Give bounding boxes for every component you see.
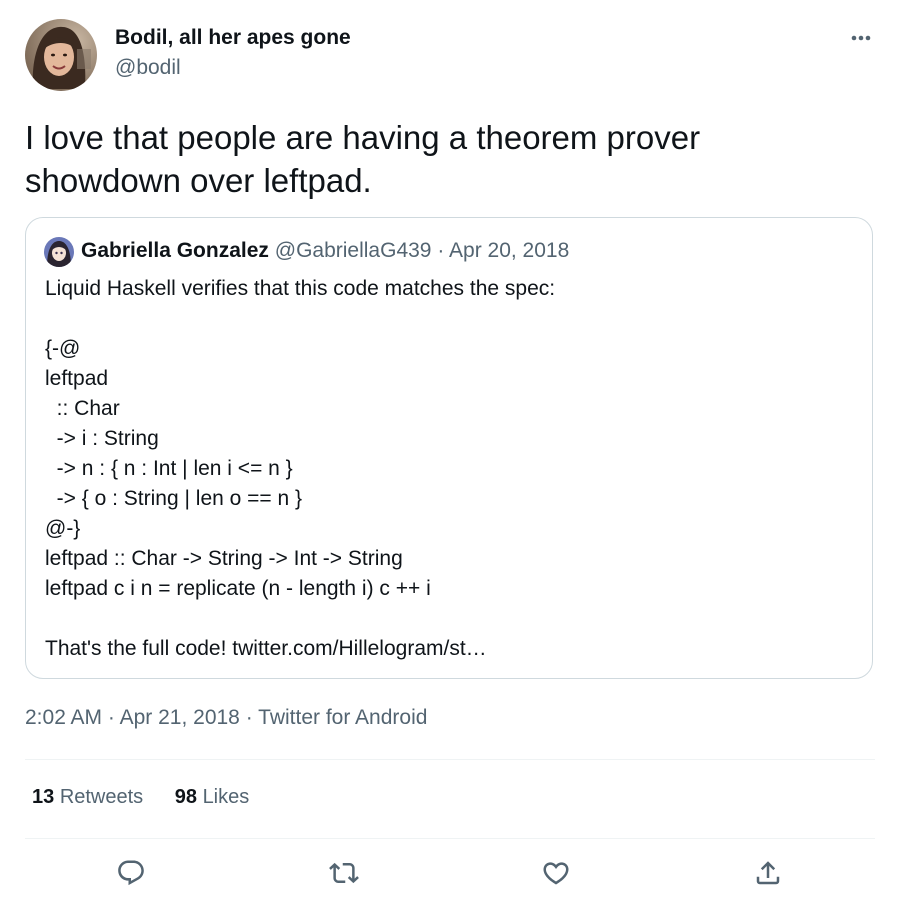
retweets-count: 13	[32, 786, 55, 808]
quoted-text-line: {-@	[45, 337, 81, 360]
quoted-tweet-header: Gabriella Gonzalez @GabriellaG439 · Apr …	[81, 239, 569, 263]
quoted-text-line	[45, 604, 845, 634]
author-display-name[interactable]: Bodil, all her apes gone	[115, 26, 351, 50]
tweet-date[interactable]: Apr 21, 2018	[120, 706, 240, 729]
like-button[interactable]	[538, 855, 574, 891]
tweet-stats: 13 Retweets 98 Likes	[32, 786, 249, 809]
author-avatar[interactable]	[25, 19, 97, 91]
meta-separator: ·	[107, 706, 115, 729]
quoted-text-line: -> i : String	[45, 427, 159, 450]
quoted-tweet-text: Liquid Haskell verifies that this code m…	[45, 274, 845, 664]
quoted-text-line: @-}	[45, 517, 81, 540]
tweet-text: I love that people are having a theorem …	[25, 119, 701, 199]
tweet-time[interactable]: 2:02 AM	[25, 706, 102, 729]
more-options-button[interactable]	[842, 26, 880, 50]
quoted-separator: ·	[437, 239, 445, 262]
divider	[25, 759, 875, 760]
quoted-text-line: leftpad :: Char -> String -> Int -> Stri…	[45, 547, 403, 570]
quoted-text-line: :: Char	[45, 397, 120, 420]
retweets-stat[interactable]: 13 Retweets	[32, 786, 143, 809]
quoted-text-line: leftpad c i n = replicate (n - length i)…	[45, 577, 431, 600]
quoted-tweet-card[interactable]: Gabriella Gonzalez @GabriellaG439 · Apr …	[25, 217, 873, 679]
more-horizontal-icon	[851, 35, 871, 41]
quoted-text-line	[45, 304, 845, 334]
quoted-text-line: That's the full code! twitter.com/Hillel…	[45, 637, 487, 660]
likes-label: Likes	[202, 786, 250, 808]
quoted-tweet-date: Apr 20, 2018	[449, 239, 570, 262]
reply-button[interactable]	[113, 855, 149, 891]
divider	[25, 838, 875, 839]
author-handle[interactable]: @bodil	[115, 56, 181, 80]
quoted-text-line: leftpad	[45, 367, 109, 390]
quoted-text-line: -> n : { n : Int | len i <= n }	[45, 457, 293, 480]
retweet-button[interactable]	[326, 855, 362, 891]
like-icon	[543, 862, 569, 885]
tweet-detail: Bodil, all her apes gone @bodil I love t…	[0, 0, 898, 909]
likes-stat[interactable]: 98 Likes	[175, 786, 250, 809]
meta-separator: ·	[245, 706, 253, 729]
quoted-text-line: -> { o : String | len o == n }	[45, 487, 303, 510]
retweets-label: Retweets	[59, 786, 144, 808]
quoted-author-handle: @GabriellaG439	[274, 239, 432, 262]
reply-icon	[118, 860, 144, 886]
quoted-author-avatar	[44, 237, 74, 267]
share-button[interactable]	[750, 855, 786, 891]
retweet-icon	[329, 862, 359, 884]
quoted-text-line: Liquid Haskell verifies that this code m…	[45, 277, 556, 300]
tweet-metadata: 2:02 AM · Apr 21, 2018 · Twitter for And…	[25, 706, 427, 730]
share-icon	[756, 861, 780, 885]
tweet-source[interactable]: Twitter for Android	[258, 706, 427, 729]
likes-count: 98	[174, 786, 197, 808]
quoted-author-name: Gabriella Gonzalez	[81, 239, 269, 262]
